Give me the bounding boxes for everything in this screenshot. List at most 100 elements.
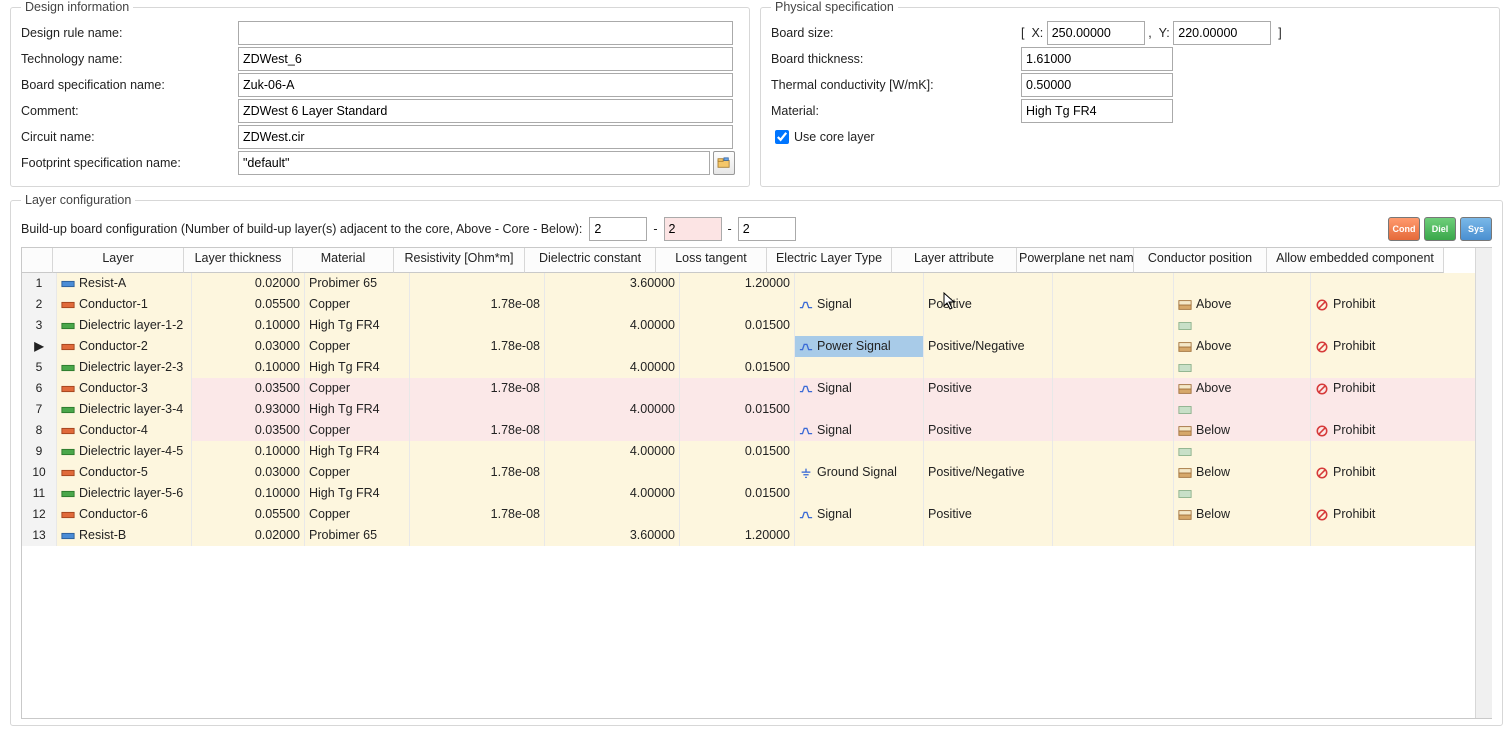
cell-dielectric[interactable]: 4.00000 xyxy=(545,483,680,504)
cell-electric-type[interactable]: Ground Signal xyxy=(795,462,924,483)
footprint-picker-button[interactable] xyxy=(713,151,735,175)
cell-attribute[interactable] xyxy=(924,273,1053,294)
cell-conductor-position[interactable] xyxy=(1174,441,1311,462)
cell-electric-type[interactable]: Power Signal xyxy=(795,336,924,357)
cell-thickness[interactable]: 0.02000 xyxy=(192,273,305,294)
cell-attribute[interactable]: Positive xyxy=(924,294,1053,315)
cell-material[interactable]: Copper xyxy=(305,378,410,399)
cell-powerplane-net[interactable] xyxy=(1053,525,1174,546)
table-row[interactable]: ▶Conductor-20.03000Copper1.78e-08Power S… xyxy=(22,336,1492,357)
cell-loss[interactable] xyxy=(680,378,795,399)
cell-powerplane-net[interactable] xyxy=(1053,420,1174,441)
footprint-spec-field[interactable] xyxy=(238,151,710,175)
cell-material[interactable]: Copper xyxy=(305,462,410,483)
cell-thickness[interactable]: 0.10000 xyxy=(192,315,305,336)
comment-field[interactable] xyxy=(238,99,733,123)
cell-material[interactable]: Copper xyxy=(305,504,410,525)
col-powerplane-net[interactable]: Powerplane net name xyxy=(1017,248,1134,273)
cell-layer[interactable]: Dielectric layer-4-5 xyxy=(57,441,192,462)
table-row[interactable]: 6Conductor-30.03500Copper1.78e-08SignalP… xyxy=(22,378,1492,399)
table-row[interactable]: 2Conductor-10.05500Copper1.78e-08SignalP… xyxy=(22,294,1492,315)
table-row[interactable]: 13Resist-B0.02000Probimer 653.600001.200… xyxy=(22,525,1492,546)
cell-thickness[interactable]: 0.10000 xyxy=(192,483,305,504)
cell-powerplane-net[interactable] xyxy=(1053,336,1174,357)
col-resistivity[interactable]: Resistivity [Ohm*m] xyxy=(394,248,525,273)
cell-layer[interactable]: Conductor-6 xyxy=(57,504,192,525)
cell-electric-type[interactable] xyxy=(795,357,924,378)
cell-loss[interactable]: 1.20000 xyxy=(680,525,795,546)
cell-dielectric[interactable]: 4.00000 xyxy=(545,441,680,462)
dielectric-mode-button[interactable]: Diel xyxy=(1424,217,1456,241)
cell-thickness[interactable]: 0.03000 xyxy=(192,336,305,357)
table-row[interactable]: 12Conductor-60.05500Copper1.78e-08Signal… xyxy=(22,504,1492,525)
cell-powerplane-net[interactable] xyxy=(1053,441,1174,462)
cell-resistivity[interactable]: 1.78e-08 xyxy=(410,420,545,441)
board-size-x-field[interactable] xyxy=(1047,21,1145,45)
cell-attribute[interactable] xyxy=(924,525,1053,546)
system-mode-button[interactable]: Sys xyxy=(1460,217,1492,241)
cell-embedded[interactable]: Prohibit xyxy=(1311,504,1492,525)
cell-electric-type[interactable] xyxy=(795,315,924,336)
cell-thickness[interactable]: 0.05500 xyxy=(192,504,305,525)
col-dielectric[interactable]: Dielectric constant xyxy=(525,248,656,273)
cell-material[interactable]: Copper xyxy=(305,294,410,315)
cell-conductor-position[interactable]: Above xyxy=(1174,336,1311,357)
cell-material[interactable]: Copper xyxy=(305,420,410,441)
cell-thickness[interactable]: 0.10000 xyxy=(192,357,305,378)
cell-loss[interactable]: 0.01500 xyxy=(680,399,795,420)
cell-conductor-position[interactable] xyxy=(1174,315,1311,336)
cell-resistivity[interactable]: 1.78e-08 xyxy=(410,378,545,399)
cell-dielectric[interactable]: 4.00000 xyxy=(545,357,680,378)
cell-embedded[interactable] xyxy=(1311,357,1492,378)
cell-attribute[interactable]: Positive xyxy=(924,420,1053,441)
board-size-y-field[interactable] xyxy=(1173,21,1271,45)
cell-loss[interactable]: 0.01500 xyxy=(680,357,795,378)
cell-conductor-position[interactable]: Below xyxy=(1174,462,1311,483)
cell-powerplane-net[interactable] xyxy=(1053,462,1174,483)
cell-attribute[interactable]: Positive xyxy=(924,378,1053,399)
circuit-name-field[interactable] xyxy=(238,125,733,149)
col-conductor-position[interactable]: Conductor position xyxy=(1134,248,1267,273)
cell-dielectric[interactable]: 4.00000 xyxy=(545,399,680,420)
cell-layer[interactable]: Dielectric layer-3-4 xyxy=(57,399,192,420)
cell-electric-type[interactable]: Signal xyxy=(795,378,924,399)
cell-layer[interactable]: Resist-A xyxy=(57,273,192,294)
cell-thickness[interactable]: 0.03500 xyxy=(192,378,305,399)
thermal-conductivity-field[interactable] xyxy=(1021,73,1173,97)
cell-dielectric[interactable]: 3.60000 xyxy=(545,273,680,294)
buildup-core-field[interactable] xyxy=(664,217,722,241)
material-field[interactable] xyxy=(1021,99,1173,123)
cell-embedded[interactable] xyxy=(1311,273,1492,294)
cell-conductor-position[interactable] xyxy=(1174,525,1311,546)
cell-layer[interactable]: Conductor-3 xyxy=(57,378,192,399)
col-index[interactable] xyxy=(22,248,53,273)
cell-layer[interactable]: Conductor-5 xyxy=(57,462,192,483)
cell-layer[interactable]: Conductor-4 xyxy=(57,420,192,441)
cell-dielectric[interactable] xyxy=(545,294,680,315)
cell-thickness[interactable]: 0.10000 xyxy=(192,441,305,462)
cell-layer[interactable]: Dielectric layer-1-2 xyxy=(57,315,192,336)
cell-dielectric[interactable]: 3.60000 xyxy=(545,525,680,546)
cell-powerplane-net[interactable] xyxy=(1053,483,1174,504)
cell-layer[interactable]: Dielectric layer-5-6 xyxy=(57,483,192,504)
cell-electric-type[interactable] xyxy=(795,525,924,546)
cell-powerplane-net[interactable] xyxy=(1053,315,1174,336)
cell-electric-type[interactable] xyxy=(795,483,924,504)
cell-embedded[interactable]: Prohibit xyxy=(1311,336,1492,357)
cell-embedded[interactable]: Prohibit xyxy=(1311,294,1492,315)
cell-resistivity[interactable] xyxy=(410,357,545,378)
board-thickness-field[interactable] xyxy=(1021,47,1173,71)
cell-conductor-position[interactable] xyxy=(1174,399,1311,420)
conductor-mode-button[interactable]: Cond xyxy=(1388,217,1420,241)
col-thickness[interactable]: Layer thickness xyxy=(184,248,293,273)
buildup-below-field[interactable] xyxy=(738,217,796,241)
cell-material[interactable]: High Tg FR4 xyxy=(305,315,410,336)
table-row[interactable]: 5Dielectric layer-2-30.10000High Tg FR44… xyxy=(22,357,1492,378)
table-row[interactable]: 8Conductor-40.03500Copper1.78e-08SignalP… xyxy=(22,420,1492,441)
cell-material[interactable]: Probimer 65 xyxy=(305,525,410,546)
cell-layer[interactable]: Dielectric layer-2-3 xyxy=(57,357,192,378)
board-spec-name-field[interactable] xyxy=(238,73,733,97)
cell-conductor-position[interactable]: Above xyxy=(1174,294,1311,315)
technology-name-field[interactable] xyxy=(238,47,733,71)
cell-material[interactable]: High Tg FR4 xyxy=(305,399,410,420)
